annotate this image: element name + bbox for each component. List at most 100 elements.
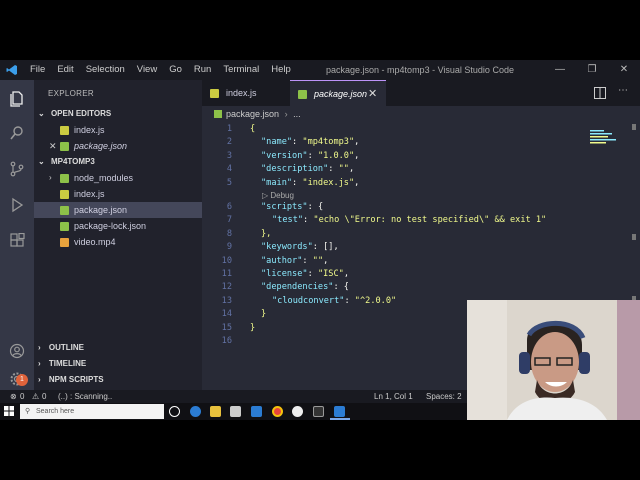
line-number: 8 bbox=[226, 228, 232, 239]
minimize-button[interactable]: — bbox=[544, 60, 576, 80]
json-value: "" bbox=[338, 164, 349, 175]
warning-count[interactable]: 0 bbox=[42, 390, 46, 403]
mail-icon[interactable] bbox=[251, 406, 262, 417]
vscode-icon[interactable] bbox=[334, 406, 345, 417]
open-editors-header[interactable]: ⌄ OPEN EDITORS bbox=[34, 106, 202, 122]
menu-view[interactable]: View bbox=[131, 60, 163, 80]
window-title: package.json - mp4tomp3 - Visual Studio … bbox=[326, 65, 514, 75]
task-status[interactable]: (..) : Scanning.. bbox=[58, 390, 112, 403]
breadcrumb: package.json › ... bbox=[202, 106, 640, 122]
code-line: }, bbox=[261, 228, 272, 239]
tree-item-video-mp4[interactable]: video.mp4 bbox=[34, 234, 202, 250]
tab-label: package.json bbox=[314, 89, 368, 99]
chrome-icon[interactable] bbox=[272, 406, 283, 417]
tree-item-label: package-lock.json bbox=[74, 221, 147, 231]
code-line: "description": "", bbox=[261, 164, 355, 175]
line-number: 11 bbox=[221, 269, 232, 279]
cursor-position[interactable]: Ln 1, Col 1 bbox=[374, 390, 413, 403]
close-window-button[interactable]: ✕ bbox=[608, 60, 640, 80]
tab-package-json[interactable]: package.json ✕ bbox=[290, 80, 386, 106]
chevron-right-icon: › bbox=[38, 343, 41, 352]
json-file-icon bbox=[60, 206, 69, 215]
menu-run[interactable]: Run bbox=[188, 60, 217, 80]
json-key: "cloudconvert" bbox=[272, 295, 345, 306]
search-icon: ⚲ bbox=[25, 408, 31, 415]
restore-button[interactable]: ❐ bbox=[576, 60, 608, 80]
source-control-icon[interactable] bbox=[6, 158, 28, 180]
js-file-icon bbox=[60, 190, 69, 199]
json-file-icon bbox=[60, 222, 69, 231]
tree-item-label: package.json bbox=[74, 205, 128, 215]
open-editor-item[interactable]: ✕ package.json bbox=[34, 138, 202, 154]
code-line: "test": "echo \"Error: no test specified… bbox=[272, 215, 547, 226]
menu-go[interactable]: Go bbox=[163, 60, 188, 80]
tree-item-package-lock-json[interactable]: package-lock.json bbox=[34, 218, 202, 234]
tree-item-node-modules[interactable]: › node_modules bbox=[34, 170, 202, 186]
json-key: "test" bbox=[272, 215, 304, 226]
more-actions-icon[interactable]: ⋯ bbox=[618, 85, 628, 96]
timeline-header[interactable]: › TIMELINE bbox=[34, 356, 202, 372]
json-value: "mp4tomp3" bbox=[302, 137, 355, 148]
minimap[interactable] bbox=[590, 128, 630, 148]
npm-scripts-header[interactable]: › NPM SCRIPTS bbox=[34, 372, 202, 388]
windows-start-icon[interactable] bbox=[4, 406, 14, 418]
warning-icon[interactable]: ⚠ bbox=[32, 390, 39, 403]
github-icon[interactable] bbox=[292, 406, 303, 417]
line-number: 9 bbox=[226, 242, 232, 253]
breadcrumb-file[interactable]: package.json bbox=[226, 109, 279, 119]
vscode-logo-icon bbox=[0, 60, 24, 80]
tree-item-index-js[interactable]: index.js bbox=[34, 186, 202, 202]
error-count[interactable]: 0 bbox=[20, 390, 24, 403]
tree-item-label: video.mp4 bbox=[74, 237, 116, 247]
js-file-icon bbox=[60, 126, 69, 135]
json-value: { bbox=[343, 282, 349, 293]
split-editor-icon[interactable] bbox=[594, 87, 606, 101]
code-line: "cloudconvert": "^2.0.0" bbox=[272, 295, 397, 306]
terminal-icon[interactable] bbox=[313, 406, 324, 417]
run-debug-icon[interactable] bbox=[6, 194, 28, 216]
search-icon[interactable] bbox=[6, 122, 28, 144]
open-editor-item[interactable]: index.js bbox=[34, 122, 202, 138]
project-header[interactable]: ⌄ MP4TOMP3 bbox=[34, 154, 202, 170]
error-icon[interactable]: ⊗ bbox=[10, 390, 17, 403]
json-value: [] bbox=[323, 242, 334, 253]
tab-index-js[interactable]: index.js bbox=[202, 80, 290, 106]
edge-icon[interactable] bbox=[190, 406, 201, 417]
json-key: "author" bbox=[261, 255, 303, 266]
outline-header[interactable]: › OUTLINE bbox=[34, 340, 202, 356]
cortana-icon[interactable] bbox=[169, 406, 180, 417]
code-line: "author": "", bbox=[261, 255, 329, 266]
json-value: "index.js" bbox=[302, 177, 355, 188]
store-icon[interactable] bbox=[230, 406, 241, 417]
line-number: 10 bbox=[221, 255, 232, 266]
line-number: 13 bbox=[221, 295, 232, 306]
account-icon[interactable] bbox=[6, 340, 28, 362]
letterbox-bottom bbox=[0, 420, 640, 480]
code-line: "keywords": [], bbox=[261, 242, 339, 253]
editor-tabs: index.js package.json ✕ ⋯ bbox=[202, 80, 640, 106]
sidebar-title: EXPLORER bbox=[48, 89, 94, 98]
menu-file[interactable]: File bbox=[24, 60, 51, 80]
menu-edit[interactable]: Edit bbox=[51, 60, 79, 80]
json-file-icon bbox=[298, 90, 307, 99]
taskbar-search[interactable]: ⚲ Search here bbox=[20, 404, 164, 419]
file-explorer-icon[interactable] bbox=[210, 406, 221, 417]
menu-terminal[interactable]: Terminal bbox=[217, 60, 265, 80]
codelens-debug[interactable]: ▷ Debug bbox=[262, 191, 294, 200]
tree-item-package-json[interactable]: package.json bbox=[34, 202, 202, 218]
chevron-down-icon: ⌄ bbox=[38, 109, 45, 118]
breadcrumb-more[interactable]: ... bbox=[293, 109, 301, 119]
menu-help[interactable]: Help bbox=[265, 60, 297, 80]
close-icon[interactable]: ✕ bbox=[368, 81, 377, 107]
code-line: { bbox=[250, 124, 256, 134]
explorer-icon[interactable] bbox=[6, 88, 28, 110]
code-line: } bbox=[261, 309, 267, 320]
json-value: "ISC" bbox=[317, 269, 344, 279]
json-key: "scripts" bbox=[261, 202, 308, 212]
indentation[interactable]: Spaces: 2 bbox=[426, 390, 462, 403]
project-label: MP4TOMP3 bbox=[50, 157, 95, 166]
code-line: "name": "mp4tomp3", bbox=[261, 137, 360, 148]
menu-selection[interactable]: Selection bbox=[80, 60, 131, 80]
extensions-icon[interactable] bbox=[6, 230, 28, 252]
close-icon[interactable]: ✕ bbox=[49, 138, 57, 154]
